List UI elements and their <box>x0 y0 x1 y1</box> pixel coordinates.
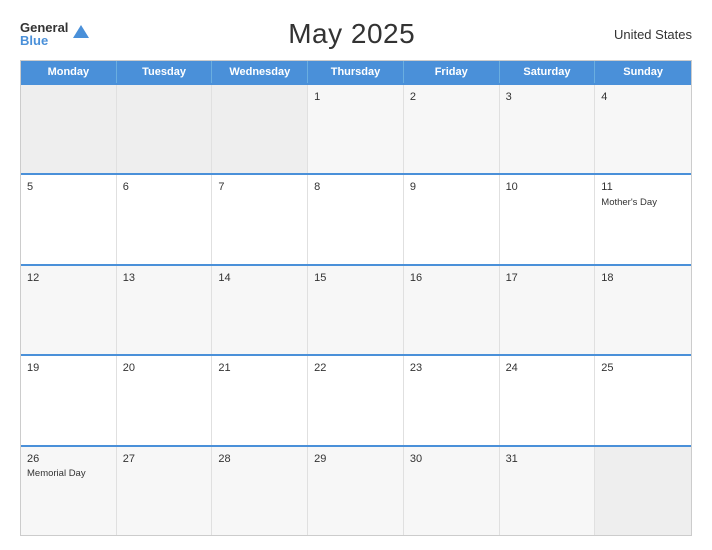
col-monday: Monday <box>21 61 117 83</box>
header: General Blue May 2025 United States <box>20 18 692 50</box>
calendar-cell-r1-c4: 1 <box>308 85 404 173</box>
day-number: 12 <box>27 271 110 285</box>
calendar-cell-r2-c2: 6 <box>117 175 213 263</box>
day-number: 8 <box>314 180 397 194</box>
calendar-cell-r5-c1: 26 Memorial Day <box>21 447 117 535</box>
calendar-row-4: 19 20 21 22 23 24 25 <box>21 354 691 444</box>
calendar-cell-r1-c6: 3 <box>500 85 596 173</box>
day-number: 17 <box>506 271 589 285</box>
calendar-cell-r4-c2: 20 <box>117 356 213 444</box>
col-friday: Friday <box>404 61 500 83</box>
calendar-cell-r4-c7: 25 <box>595 356 691 444</box>
day-number: 27 <box>123 452 206 466</box>
calendar-cell-r5-c3: 28 <box>212 447 308 535</box>
calendar-cell-r3-c5: 16 <box>404 266 500 354</box>
calendar-cell-r1-c2 <box>117 85 213 173</box>
logo-blue-text: Blue <box>20 34 68 47</box>
calendar-cell-r2-c4: 8 <box>308 175 404 263</box>
col-tuesday: Tuesday <box>117 61 213 83</box>
calendar-cell-r3-c4: 15 <box>308 266 404 354</box>
calendar-cell-r3-c1: 12 <box>21 266 117 354</box>
calendar-cell-r5-c5: 30 <box>404 447 500 535</box>
day-number: 20 <box>123 361 206 375</box>
day-number: 29 <box>314 452 397 466</box>
calendar-cell-r1-c3 <box>212 85 308 173</box>
logo: General Blue <box>20 21 89 47</box>
day-number: 15 <box>314 271 397 285</box>
day-number: 31 <box>506 452 589 466</box>
day-number: 25 <box>601 361 685 375</box>
col-sunday: Sunday <box>595 61 691 83</box>
calendar-cell-r1-c5: 2 <box>404 85 500 173</box>
month-title: May 2025 <box>288 18 415 50</box>
col-wednesday: Wednesday <box>212 61 308 83</box>
day-number: 9 <box>410 180 493 194</box>
day-number: 5 <box>27 180 110 194</box>
calendar-header: Monday Tuesday Wednesday Thursday Friday… <box>21 61 691 83</box>
day-number: 23 <box>410 361 493 375</box>
calendar-cell-r2-c7: 11 Mother's Day <box>595 175 691 263</box>
calendar-row-5: 26 Memorial Day 27 28 29 30 31 <box>21 445 691 535</box>
calendar-cell-r5-c6: 31 <box>500 447 596 535</box>
day-number: 2 <box>410 90 493 104</box>
day-number: 11 <box>601 180 685 194</box>
calendar-cell-r4-c5: 23 <box>404 356 500 444</box>
calendar-cell-r2-c6: 10 <box>500 175 596 263</box>
calendar-row-3: 12 13 14 15 16 17 18 <box>21 264 691 354</box>
day-number: 30 <box>410 452 493 466</box>
day-number: 1 <box>314 90 397 104</box>
calendar-cell-r1-c7: 4 <box>595 85 691 173</box>
calendar: Monday Tuesday Wednesday Thursday Friday… <box>20 60 692 536</box>
day-number: 18 <box>601 271 685 285</box>
calendar-cell-r4-c4: 22 <box>308 356 404 444</box>
calendar-cell-r5-c2: 27 <box>117 447 213 535</box>
calendar-cell-r5-c4: 29 <box>308 447 404 535</box>
day-number: 22 <box>314 361 397 375</box>
calendar-cell-r2-c5: 9 <box>404 175 500 263</box>
event-label: Memorial Day <box>27 468 110 479</box>
day-number: 16 <box>410 271 493 285</box>
day-number: 4 <box>601 90 685 104</box>
calendar-cell-r4-c6: 24 <box>500 356 596 444</box>
event-label: Mother's Day <box>601 197 685 208</box>
day-number: 10 <box>506 180 589 194</box>
day-number: 24 <box>506 361 589 375</box>
day-number: 28 <box>218 452 301 466</box>
country-label: United States <box>614 27 692 42</box>
day-number: 21 <box>218 361 301 375</box>
calendar-cell-r1-c1 <box>21 85 117 173</box>
day-number: 3 <box>506 90 589 104</box>
calendar-cell-r2-c3: 7 <box>212 175 308 263</box>
calendar-cell-r3-c6: 17 <box>500 266 596 354</box>
calendar-cell-r4-c3: 21 <box>212 356 308 444</box>
calendar-row-2: 56789 10 11 Mother's Day <box>21 173 691 263</box>
calendar-body: 1234567891011Mother's Day121314151617181… <box>21 83 691 535</box>
col-thursday: Thursday <box>308 61 404 83</box>
page: General Blue May 2025 United States Mond… <box>0 0 712 550</box>
day-number: 7 <box>218 180 301 194</box>
day-number: 14 <box>218 271 301 285</box>
day-number: 13 <box>123 271 206 285</box>
calendar-cell-r3-c7: 18 <box>595 266 691 354</box>
calendar-cell-r2-c1: 5 <box>21 175 117 263</box>
logo-triangle-icon <box>73 25 89 38</box>
col-saturday: Saturday <box>500 61 596 83</box>
calendar-cell-r3-c2: 13 <box>117 266 213 354</box>
day-number: 19 <box>27 361 110 375</box>
day-number: 6 <box>123 180 206 194</box>
calendar-cell-r5-c7 <box>595 447 691 535</box>
day-number: 26 <box>27 452 110 466</box>
calendar-cell-r4-c1: 19 <box>21 356 117 444</box>
calendar-row-1: 1234 <box>21 83 691 173</box>
calendar-cell-r3-c3: 14 <box>212 266 308 354</box>
